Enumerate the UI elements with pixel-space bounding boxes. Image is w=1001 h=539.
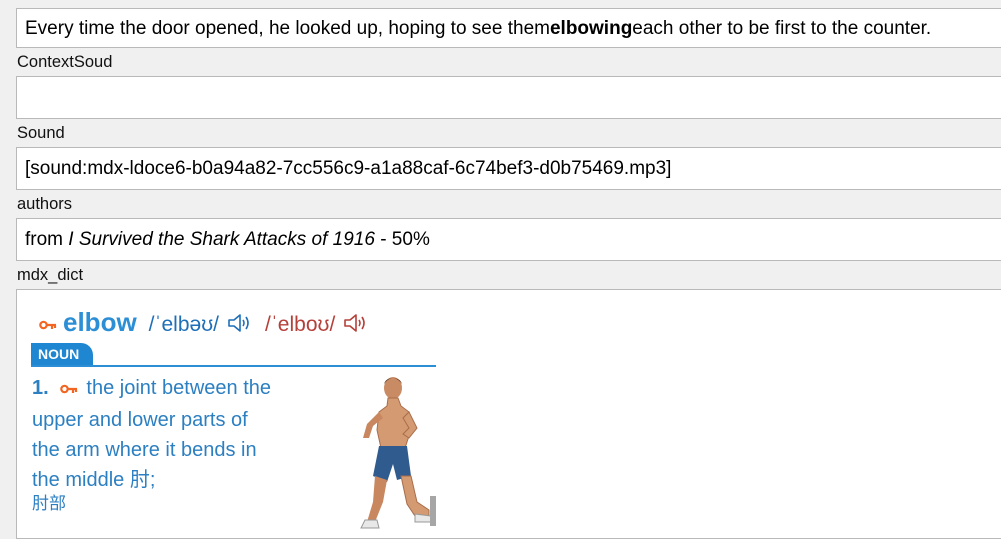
pronunciation-american: /ˈelboʊ/ bbox=[264, 313, 336, 336]
pos-divider: NOUN bbox=[31, 343, 436, 367]
sound-label: Sound bbox=[17, 124, 65, 142]
headword: elbow bbox=[63, 307, 137, 337]
sound-field[interactable]: [sound:mdx-ldoce6-b0a94a82-7cc556c9-a1a8… bbox=[16, 147, 1001, 190]
headword-line: elbow /ˈelbəʊ/ /ˈelboʊ/ bbox=[39, 307, 369, 338]
authors-prefix: from bbox=[25, 229, 69, 250]
sentence-text-before: Every time the door opened, he looked up… bbox=[25, 17, 550, 39]
sound-value: [sound:mdx-ldoce6-b0a94a82-7cc556c9-a1a8… bbox=[25, 158, 672, 179]
image-scrollbar[interactable] bbox=[430, 496, 436, 526]
speaker-icon[interactable] bbox=[343, 312, 369, 339]
sense-number: 1. bbox=[32, 377, 49, 399]
sense-definition: 1. the joint between the upper and lower… bbox=[32, 373, 272, 495]
pos-badge: NOUN bbox=[31, 343, 94, 365]
context-sound-label: ContextSoud bbox=[17, 53, 113, 71]
authors-suffix: - 50% bbox=[374, 229, 430, 250]
context-sound-field[interactable] bbox=[16, 76, 1001, 119]
speaker-icon[interactable] bbox=[227, 312, 253, 339]
authors-field[interactable]: from I Survived the Shark Attacks of 191… bbox=[16, 218, 1001, 261]
key-icon bbox=[60, 381, 82, 398]
mdx-dict-field[interactable]: elbow /ˈelbəʊ/ /ˈelboʊ/ NOUN 1. the join… bbox=[16, 289, 1001, 539]
sentence-text-after: each other to be first to the counter. bbox=[632, 17, 932, 39]
pronunciation-british: /ˈelbəʊ/ bbox=[148, 313, 219, 336]
sentence-bold-word: elbowing bbox=[549, 17, 633, 39]
authors-book-title: I Survived the Shark Attacks of 1916 bbox=[68, 229, 375, 250]
mdx-dict-label: mdx_dict bbox=[17, 266, 84, 284]
authors-label: authors bbox=[17, 195, 73, 213]
sense-chinese: 肘部 bbox=[32, 494, 66, 513]
sentence-field[interactable]: Every time the door opened, he looked up… bbox=[16, 8, 1001, 48]
key-icon bbox=[39, 317, 57, 335]
